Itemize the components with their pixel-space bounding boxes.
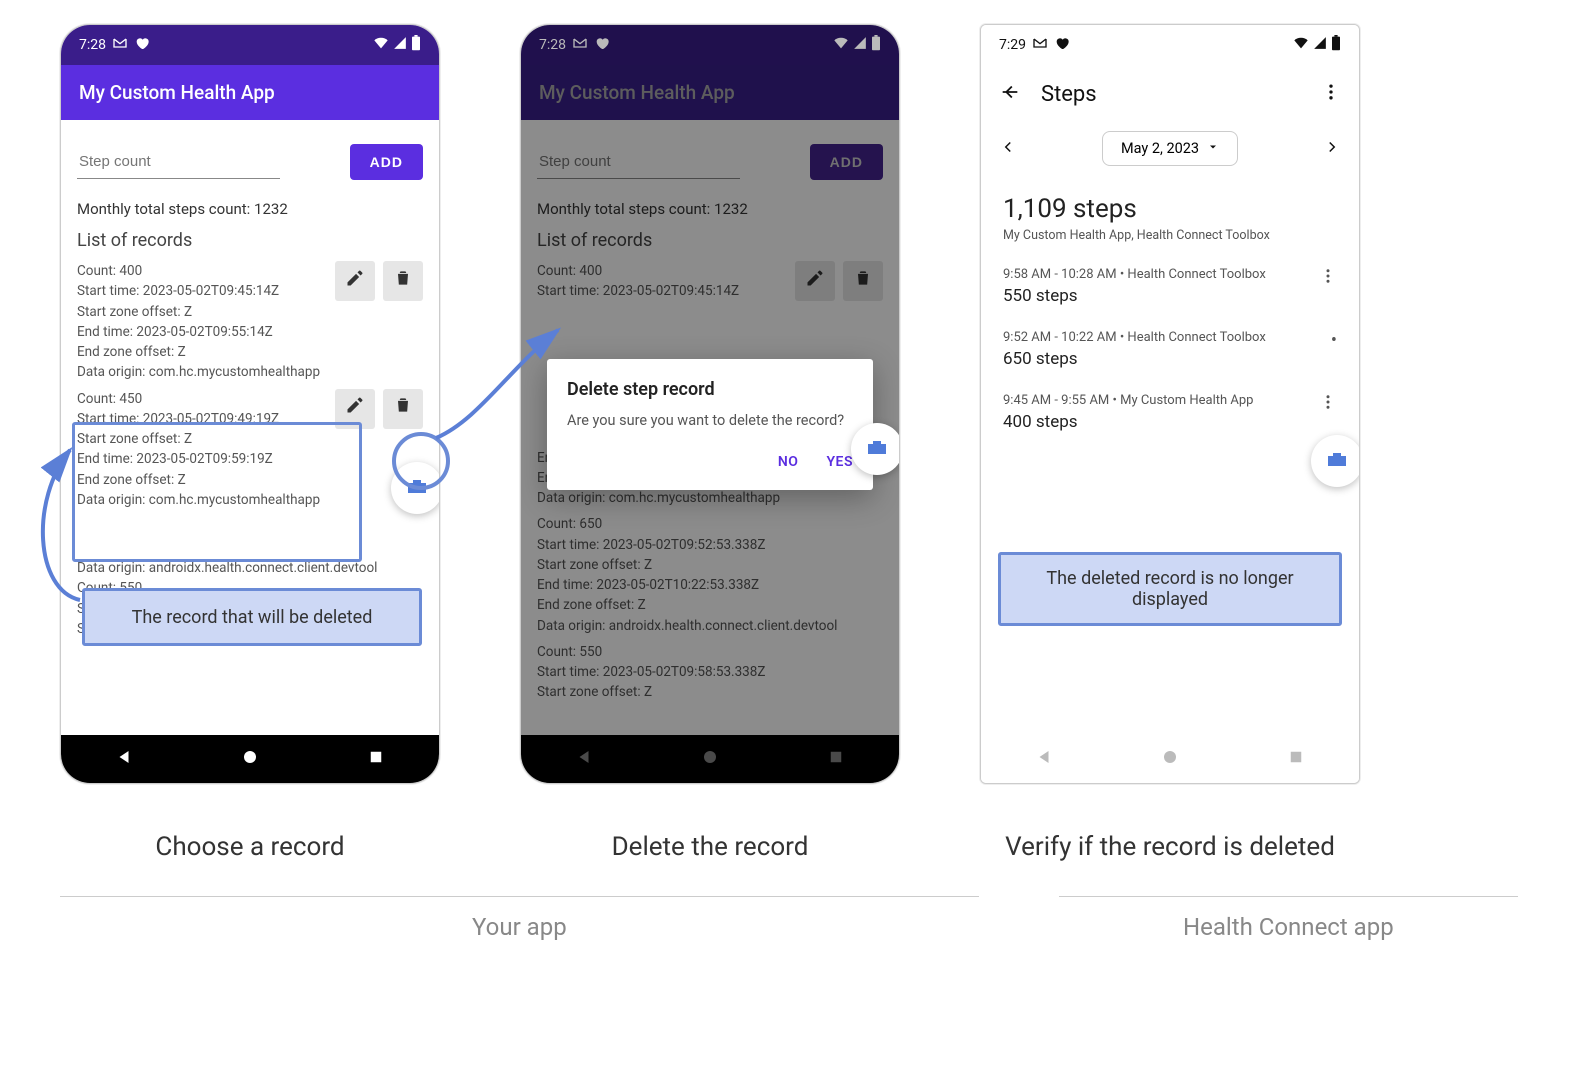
- chevron-right-icon[interactable]: [1323, 138, 1341, 160]
- nav-home-icon[interactable]: [1161, 748, 1179, 770]
- signal-icon: [1313, 36, 1327, 54]
- record-highlight-outline: [72, 422, 362, 562]
- signal-icon: [853, 36, 867, 54]
- phone-choose-record: 7:28 My Custom Health App ADD Monthly to…: [60, 24, 440, 784]
- more-icon[interactable]: [1319, 267, 1337, 289]
- delete-button[interactable]: [383, 389, 423, 429]
- trash-icon: [393, 268, 413, 294]
- steps-entry: 9:52 AM - 10:22 AM • Health Connect Tool…: [981, 330, 1359, 369]
- annotation-record-to-delete: The record that will be deleted: [82, 588, 422, 646]
- status-bar: 7:28: [61, 25, 439, 65]
- steps-entry: 9:45 AM - 9:55 AM • My Custom Health App…: [981, 393, 1359, 432]
- edit-button[interactable]: [795, 261, 835, 301]
- phone-health-connect: 7:29 Steps May 2, 2023 1,109 steps My Cu: [980, 24, 1360, 784]
- app-title: My Custom Health App: [539, 81, 735, 104]
- more-icon[interactable]: [1319, 393, 1337, 415]
- nav-back-icon[interactable]: [115, 748, 133, 770]
- monthly-total: Monthly total steps count: 1232: [537, 200, 883, 218]
- battery-icon: [871, 35, 881, 55]
- record-item: Count: 550 Start time: 2023-05-02T09:58:…: [537, 642, 883, 703]
- heart-icon: [134, 35, 150, 55]
- nav-recent-icon[interactable]: [367, 748, 385, 770]
- dialog-no-button[interactable]: NO: [778, 454, 799, 470]
- battery-icon: [1331, 35, 1341, 55]
- chevron-left-icon[interactable]: [999, 138, 1017, 160]
- add-button[interactable]: ADD: [350, 144, 423, 180]
- trash-icon: [393, 395, 413, 421]
- section-label-your-app: Your app: [60, 896, 979, 941]
- date-label: May 2, 2023: [1121, 140, 1199, 157]
- monthly-total: Monthly total steps count: 1232: [77, 200, 423, 218]
- status-bar: 7:28: [521, 25, 899, 65]
- hc-page-title: Steps: [1041, 82, 1301, 107]
- list-of-records-title: List of records: [537, 230, 883, 251]
- status-time: 7:28: [79, 37, 106, 53]
- list-of-records-title: List of records: [77, 230, 423, 251]
- pencil-icon: [805, 268, 825, 294]
- more-icon[interactable]: •: [1331, 330, 1337, 351]
- step-count-input[interactable]: [537, 145, 740, 179]
- steps-entry: 9:58 AM - 10:28 AM • Health Connect Tool…: [981, 267, 1359, 306]
- android-nav-bar: [521, 735, 899, 783]
- wifi-icon: [833, 35, 849, 55]
- record-item: Count: 650 Start time: 2023-05-02T09:52:…: [537, 514, 883, 636]
- status-bar: 7:29: [981, 25, 1359, 65]
- heart-icon: [594, 35, 610, 55]
- add-button[interactable]: ADD: [810, 144, 883, 180]
- caption-delete: Delete the record: [612, 812, 809, 882]
- dialog-yes-button[interactable]: YES: [826, 454, 853, 470]
- status-time: 7:28: [539, 37, 566, 53]
- chevron-down-icon: [1207, 140, 1219, 157]
- section-label-health-connect: Health Connect app: [1059, 896, 1518, 941]
- gmail-icon: [1032, 35, 1048, 55]
- total-steps: 1,109 steps: [1003, 194, 1337, 224]
- trash-icon: [853, 268, 873, 294]
- data-sources: My Custom Health App, Health Connect Too…: [1003, 228, 1337, 243]
- record-item: Count: 400 Start time: 2023-05-02T09:45:…: [77, 261, 423, 383]
- record-item: Count: 400 Start time: 2023-05-02T09:45:…: [537, 261, 883, 302]
- gmail-icon: [572, 35, 588, 55]
- app-bar: My Custom Health App: [61, 65, 439, 120]
- back-arrow-icon[interactable]: [999, 81, 1021, 107]
- app-title: My Custom Health App: [79, 81, 275, 104]
- more-icon[interactable]: [1321, 82, 1341, 106]
- date-picker[interactable]: May 2, 2023: [1102, 131, 1238, 166]
- delete-button[interactable]: [383, 261, 423, 301]
- hc-app-bar: Steps: [981, 65, 1359, 123]
- phone-delete-dialog: 7:28 My Custom Health App ADD Monthly to…: [520, 24, 900, 784]
- pencil-icon: [345, 268, 365, 294]
- wifi-icon: [373, 35, 389, 55]
- step-count-input[interactable]: [77, 145, 280, 179]
- nav-back-icon[interactable]: [1035, 748, 1053, 770]
- nav-recent-icon[interactable]: [827, 748, 845, 770]
- android-nav-bar: [61, 735, 439, 783]
- toolbox-icon: [1325, 447, 1349, 475]
- nav-recent-icon[interactable]: [1287, 748, 1305, 770]
- pencil-icon: [345, 395, 365, 421]
- delete-highlight-circle: [392, 432, 450, 490]
- caption-verify: Verify if the record is deleted: [1005, 812, 1335, 882]
- battery-icon: [411, 35, 421, 55]
- delete-button[interactable]: [843, 261, 883, 301]
- status-time: 7:29: [999, 37, 1026, 53]
- dialog-title: Delete step record: [567, 379, 853, 400]
- android-nav-bar: [981, 735, 1359, 783]
- annotation-record-removed: The deleted record is no longer displaye…: [998, 552, 1342, 626]
- nav-home-icon[interactable]: [241, 748, 259, 770]
- app-bar: My Custom Health App: [521, 65, 899, 120]
- delete-confirm-dialog: Delete step record Are you sure you want…: [547, 359, 873, 490]
- toolbox-fab[interactable]: [851, 423, 899, 475]
- caption-choose: Choose a record: [155, 812, 344, 882]
- toolbox-fab[interactable]: [1311, 435, 1359, 487]
- wifi-icon: [1293, 35, 1309, 55]
- dialog-message: Are you sure you want to delete the reco…: [567, 410, 853, 432]
- edit-button[interactable]: [335, 261, 375, 301]
- nav-back-icon[interactable]: [575, 748, 593, 770]
- toolbox-icon: [865, 435, 889, 463]
- nav-home-icon[interactable]: [701, 748, 719, 770]
- signal-icon: [393, 36, 407, 54]
- heart-icon: [1054, 35, 1070, 55]
- gmail-icon: [112, 35, 128, 55]
